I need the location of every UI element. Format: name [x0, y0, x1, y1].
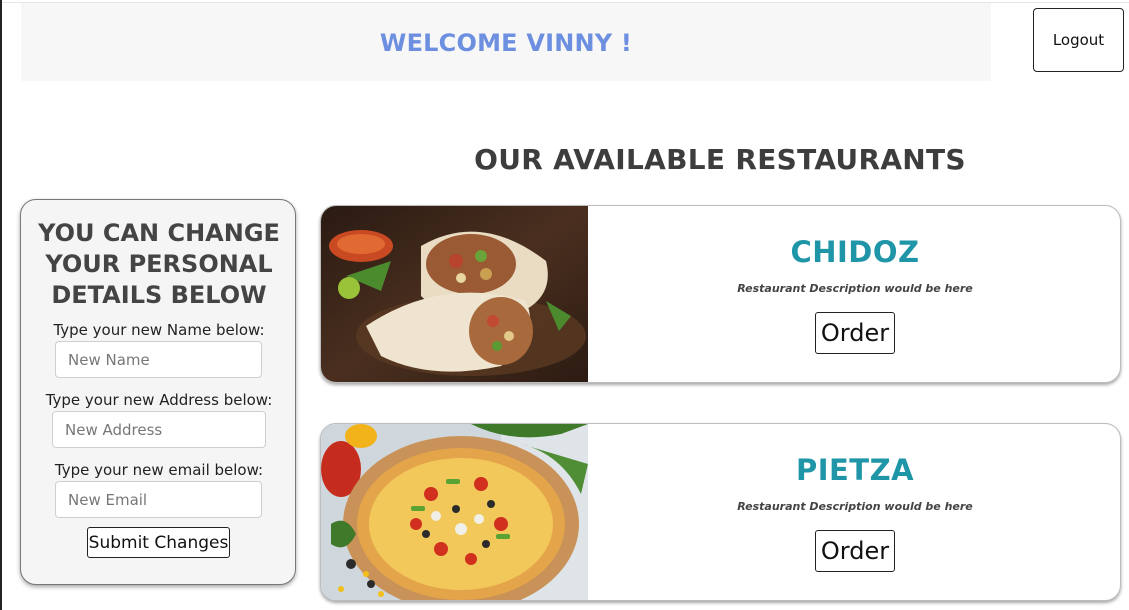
restaurant-card: CHIDOZ Restaurant Description would be h… [320, 205, 1121, 383]
window-edge [0, 0, 2, 610]
restaurants-heading: OUR AVAILABLE RESTAURANTS [474, 143, 966, 176]
order-button[interactable]: Order [815, 312, 895, 354]
panel-title-line: YOU CAN CHANGE [38, 219, 280, 247]
address-label: Type your new Address below: [45, 391, 273, 409]
restaurant-name: PIETZA [795, 453, 915, 487]
name-label: Type your new Name below: [53, 321, 265, 339]
restaurant-description: Restaurant Description would be here [737, 282, 973, 295]
restaurant-description: Restaurant Description would be here [737, 500, 973, 513]
restaurant-card: PIETZA Restaurant Description would be h… [320, 423, 1121, 601]
panel-title: YOU CAN CHANGE YOUR PERSONAL DETAILS BEL… [21, 218, 297, 311]
email-label: Type your new email below: [54, 461, 264, 479]
order-button[interactable]: Order [815, 530, 895, 572]
panel-title-line: DETAILS BELOW [51, 281, 267, 309]
name-input[interactable] [55, 341, 262, 378]
submit-changes-button[interactable]: Submit Changes [87, 527, 230, 558]
welcome-text: WELCOME VINNY ! [379, 29, 633, 57]
restaurant-name: CHIDOZ [790, 235, 920, 269]
welcome-banner: WELCOME VINNY ! [21, 3, 991, 81]
logout-button[interactable]: Logout [1033, 8, 1124, 72]
personal-details-panel: YOU CAN CHANGE YOUR PERSONAL DETAILS BEL… [20, 199, 296, 585]
address-input[interactable] [52, 411, 266, 448]
burrito-image [321, 206, 588, 382]
email-input[interactable] [55, 481, 262, 518]
panel-title-line: YOUR PERSONAL [45, 250, 273, 278]
pizza-image [321, 424, 588, 600]
